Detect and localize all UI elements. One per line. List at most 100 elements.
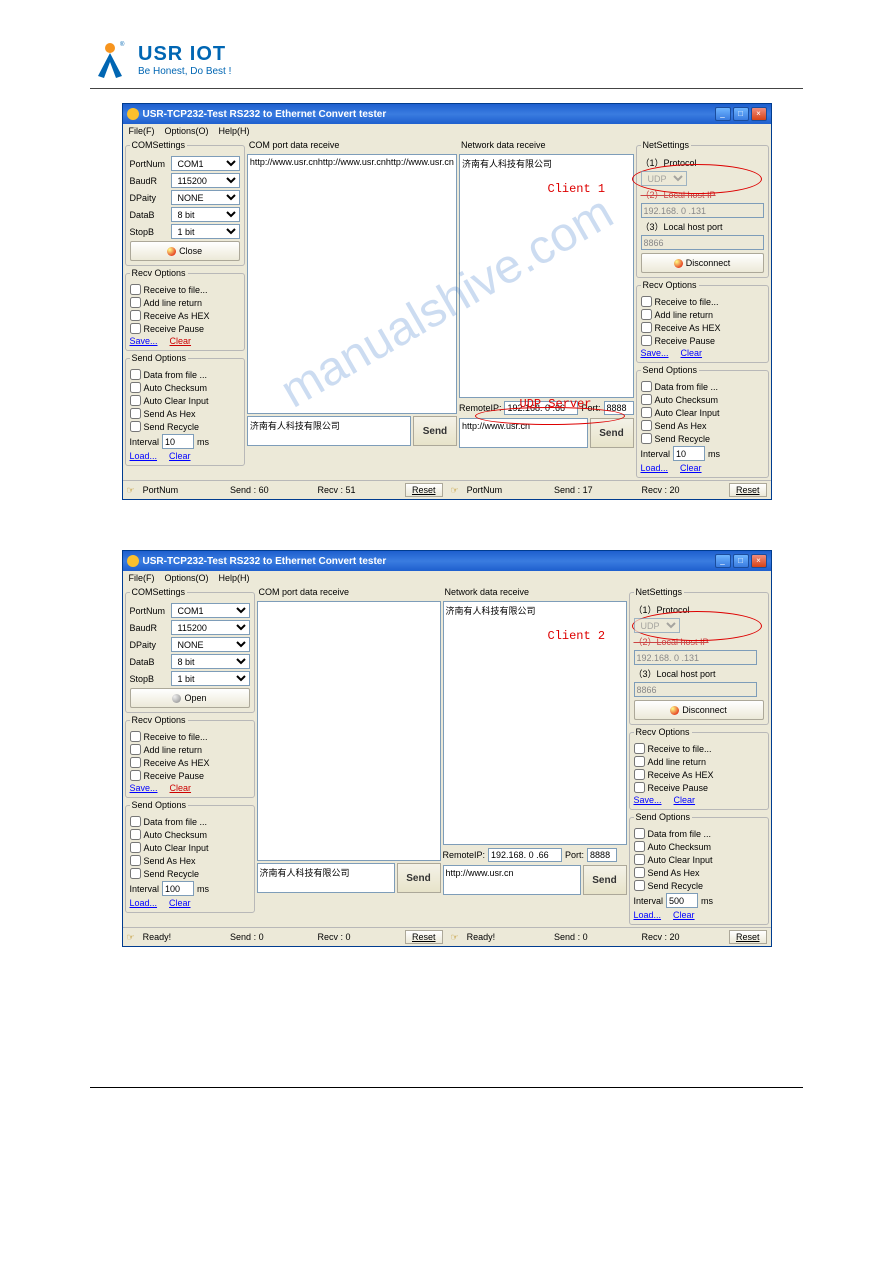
send-clear-link[interactable]: Clear: [680, 463, 702, 473]
disconnect-button[interactable]: Disconnect: [634, 700, 764, 720]
portnum-select[interactable]: COM1: [171, 603, 250, 618]
close-com-button[interactable]: Close: [130, 241, 240, 261]
disconnect-button[interactable]: Disconnect: [641, 253, 764, 273]
com-send-button[interactable]: Send: [397, 863, 441, 893]
recv-ashex-cb[interactable]: [634, 769, 645, 780]
menu-options[interactable]: Options(O): [165, 126, 209, 136]
remoteip-input[interactable]: [488, 848, 562, 862]
com-send-button[interactable]: Send: [413, 416, 457, 446]
menu-help[interactable]: Help(H): [219, 126, 250, 136]
interval-input[interactable]: [162, 434, 194, 449]
remoteport-input[interactable]: [587, 848, 617, 862]
parity-select[interactable]: NONE: [171, 637, 250, 652]
recv-clear-link[interactable]: Clear: [170, 783, 192, 793]
send-ashex-cb[interactable]: [641, 420, 652, 431]
recv-pause-cb[interactable]: [130, 323, 141, 334]
interval-input[interactable]: [162, 881, 194, 896]
baud-select[interactable]: 115200: [171, 620, 250, 635]
send-fromfile-cb[interactable]: [641, 381, 652, 392]
recv-pause-cb[interactable]: [130, 770, 141, 781]
send-clear-link[interactable]: Clear: [169, 898, 191, 908]
recv-ashex-cb[interactable]: [130, 757, 141, 768]
send-recycle-cb[interactable]: [130, 868, 141, 879]
send-checksum-cb[interactable]: [641, 394, 652, 405]
menu-help[interactable]: Help(H): [219, 573, 250, 583]
recv-tofile-cb[interactable]: [130, 284, 141, 295]
send-ashex-cb[interactable]: [130, 855, 141, 866]
recv-save-link[interactable]: Save...: [130, 783, 158, 793]
reset-button-left[interactable]: Reset: [405, 483, 443, 497]
send-clear-link[interactable]: Clear: [169, 451, 191, 461]
reset-button-right[interactable]: Reset: [729, 930, 767, 944]
com-tx-area[interactable]: 济南有人科技有限公司: [247, 416, 411, 446]
maximize-button[interactable]: □: [733, 554, 749, 568]
recv-tofile-cb[interactable]: [130, 731, 141, 742]
recv-ashex-cb[interactable]: [130, 310, 141, 321]
com-tx-area[interactable]: 济南有人科技有限公司: [257, 863, 395, 893]
recv-addline-cb[interactable]: [130, 297, 141, 308]
net-tx-area[interactable]: http://www.usr.cn: [459, 418, 588, 448]
recv-ashex-cb[interactable]: [641, 322, 652, 333]
parity-select[interactable]: NONE: [171, 190, 240, 205]
net-send-button[interactable]: Send: [590, 418, 634, 448]
recv-save-link[interactable]: Save...: [634, 795, 662, 805]
recv-pause-cb[interactable]: [641, 335, 652, 346]
send-recycle-cb[interactable]: [641, 433, 652, 444]
remoteport-input[interactable]: [604, 401, 634, 415]
portnum-select[interactable]: COM1: [171, 156, 240, 171]
datab-select[interactable]: 8 bit: [171, 654, 250, 669]
net-send-button[interactable]: Send: [583, 865, 627, 895]
send-clear-link[interactable]: Clear: [673, 910, 695, 920]
recv-tofile-cb[interactable]: [641, 296, 652, 307]
send-clearinput-cb[interactable]: [634, 854, 645, 865]
send-ashex-cb[interactable]: [130, 408, 141, 419]
send-load-link[interactable]: Load...: [130, 451, 158, 461]
recv-addline-cb[interactable]: [641, 309, 652, 320]
send-load-link[interactable]: Load...: [130, 898, 158, 908]
send-ashex-cb[interactable]: [634, 867, 645, 878]
minimize-button[interactable]: _: [715, 554, 731, 568]
maximize-button[interactable]: □: [733, 107, 749, 121]
recv-clear-link[interactable]: Clear: [674, 795, 696, 805]
stopb-select[interactable]: 1 bit: [171, 671, 250, 686]
send-fromfile-cb[interactable]: [130, 369, 141, 380]
baud-select[interactable]: 115200: [171, 173, 240, 188]
close-button[interactable]: ×: [751, 107, 767, 121]
interval-input[interactable]: [673, 446, 705, 461]
send-fromfile-cb[interactable]: [634, 828, 645, 839]
send-load-link[interactable]: Load...: [634, 910, 662, 920]
recv-addline-cb[interactable]: [634, 756, 645, 767]
recv-pause-cb[interactable]: [634, 782, 645, 793]
net-rx-area[interactable]: 济南有人科技有限公司: [459, 154, 634, 398]
stopb-select[interactable]: 1 bit: [171, 224, 240, 239]
reset-button-left[interactable]: Reset: [405, 930, 443, 944]
recv-clear-link[interactable]: Clear: [681, 348, 703, 358]
send-clearinput-cb[interactable]: [130, 842, 141, 853]
titlebar[interactable]: USR-TCP232-Test RS232 to Ethernet Conver…: [123, 104, 771, 124]
send-load-link[interactable]: Load...: [641, 463, 669, 473]
send-clearinput-cb[interactable]: [130, 395, 141, 406]
com-rx-area[interactable]: [257, 601, 441, 861]
interval-input[interactable]: [666, 893, 698, 908]
menu-file[interactable]: File(F): [129, 126, 155, 136]
net-tx-area[interactable]: http://www.usr.cn: [443, 865, 581, 895]
send-checksum-cb[interactable]: [130, 382, 141, 393]
recv-save-link[interactable]: Save...: [641, 348, 669, 358]
open-com-button[interactable]: Open: [130, 688, 250, 708]
send-recycle-cb[interactable]: [634, 880, 645, 891]
datab-select[interactable]: 8 bit: [171, 207, 240, 222]
send-recycle-cb[interactable]: [130, 421, 141, 432]
send-checksum-cb[interactable]: [634, 841, 645, 852]
send-fromfile-cb[interactable]: [130, 816, 141, 827]
reset-button-right[interactable]: Reset: [729, 483, 767, 497]
send-checksum-cb[interactable]: [130, 829, 141, 840]
send-clearinput-cb[interactable]: [641, 407, 652, 418]
minimize-button[interactable]: _: [715, 107, 731, 121]
titlebar[interactable]: USR-TCP232-Test RS232 to Ethernet Conver…: [123, 551, 771, 571]
menu-options[interactable]: Options(O): [165, 573, 209, 583]
recv-clear-link[interactable]: Clear: [170, 336, 192, 346]
recv-addline-cb[interactable]: [130, 744, 141, 755]
menu-file[interactable]: File(F): [129, 573, 155, 583]
recv-tofile-cb[interactable]: [634, 743, 645, 754]
com-rx-area[interactable]: http://www.usr.cnhttp://www.usr.cnhttp:/…: [247, 154, 457, 414]
